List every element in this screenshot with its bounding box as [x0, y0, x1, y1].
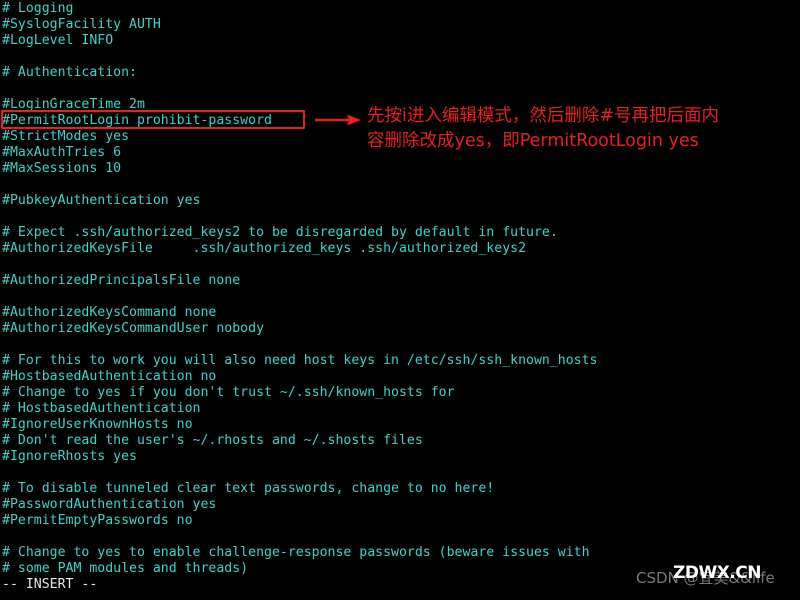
code-line: #AuthorizedKeysCommandUser nobody [2, 321, 265, 336]
code-line: # Change to yes to enable challenge-resp… [2, 545, 590, 560]
code-line: #IgnoreRhosts yes [2, 449, 137, 464]
code-line: # To disable tunneled clear text passwor… [2, 481, 495, 496]
code-line: #LogLevel INFO [2, 33, 114, 48]
annotation-text-line-1: 先按i进入编辑模式，然后删除#号再把后面内 [367, 106, 720, 126]
code-line: # Don't read the user's ~/.rhosts and ~/… [2, 433, 423, 448]
code-line: # Expect .ssh/authorized_keys2 to be dis… [2, 225, 558, 240]
annotation-text: 先按i进入编辑模式，然后删除#号再把后面内 容删除改成yes，即PermitRo… [367, 104, 787, 154]
code-line: #SyslogFacility AUTH [2, 17, 161, 32]
code-line: # HostbasedAuthentication [2, 401, 201, 416]
arrow-right-icon [315, 114, 361, 126]
code-line: #AuthorizedKeysFile .ssh/authorized_keys… [2, 241, 527, 256]
watermark-site: ZDWX.CN [673, 563, 761, 583]
code-line: #PasswordAuthentication yes [2, 497, 217, 512]
annotation-text-line-2: 容删除改成yes，即PermitRootLogin yes [367, 131, 699, 151]
vim-mode-indicator: -- INSERT -- [2, 577, 98, 592]
code-line: # Logging [2, 1, 74, 16]
code-line: # Change to yes if you don't trust ~/.ss… [2, 385, 455, 400]
code-line: #HostbasedAuthentication no [2, 369, 217, 384]
code-line: #IgnoreUserKnownHosts no [2, 417, 193, 432]
code-line: #MaxSessions 10 [2, 161, 122, 176]
code-line: # For this to work you will also need ho… [2, 353, 598, 368]
vim-buffer[interactable]: # Logging #SyslogFacility AUTH #LogLevel… [2, 1, 798, 577]
code-line: #PubkeyAuthentication yes [2, 193, 201, 208]
terminal-window: # Logging #SyslogFacility AUTH #LogLevel… [0, 0, 800, 600]
code-line: #AuthorizedKeysCommand none [2, 305, 217, 320]
code-line: #PermitEmptyPasswords no [2, 513, 193, 528]
code-line: #AuthorizedPrincipalsFile none [2, 273, 241, 288]
code-line: # Authentication: [2, 65, 137, 80]
